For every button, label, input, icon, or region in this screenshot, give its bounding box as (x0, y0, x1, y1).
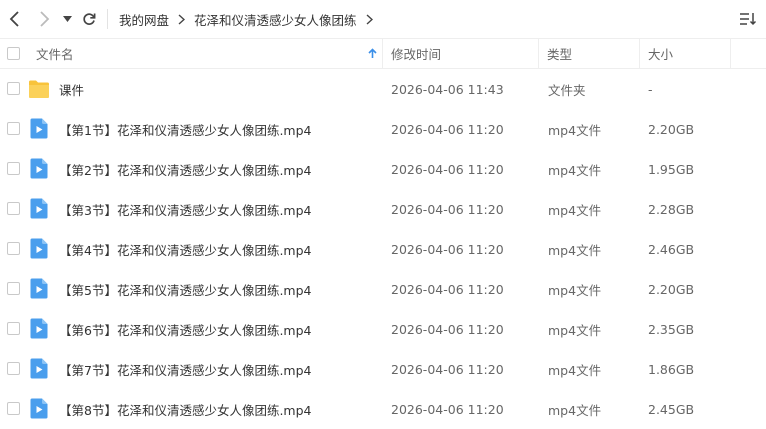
column-header-modified-label: 修改时间 (391, 47, 442, 62)
history-dropdown-button[interactable] (58, 7, 76, 31)
table-row[interactable]: 【第5节】花泽和仪清透感少女人像团练.mp4 2026-04-06 11:20 … (0, 269, 766, 309)
file-name[interactable]: 【第3节】花泽和仪清透感少女人像团练.mp4 (59, 189, 312, 229)
file-size: 1.86GB (648, 361, 695, 377)
file-modified: 2026-04-06 11:20 (391, 321, 504, 337)
row-checkbox[interactable] (7, 322, 20, 335)
sort-list-icon (740, 13, 757, 26)
toolbar-divider (107, 9, 108, 29)
file-type: mp4文件 (548, 122, 602, 138)
file-type: mp4文件 (548, 282, 602, 298)
row-checkbox[interactable] (7, 402, 20, 415)
back-button[interactable] (5, 7, 25, 31)
column-header-modified[interactable]: 修改时间 (391, 39, 441, 68)
table-row[interactable]: 【第6节】花泽和仪清透感少女人像团练.mp4 2026-04-06 11:20 … (0, 309, 766, 349)
file-name[interactable]: 【第7节】花泽和仪清透感少女人像团练.mp4 (59, 349, 312, 389)
column-header-name-label: 文件名 (36, 47, 74, 62)
file-modified: 2026-04-06 11:20 (391, 121, 504, 137)
file-name[interactable]: 【第5节】花泽和仪清透感少女人像团练.mp4 (59, 269, 312, 309)
table-row[interactable]: 【第3节】花泽和仪清透感少女人像团练.mp4 2026-04-06 11:20 … (0, 189, 766, 229)
table-row[interactable]: 【第7节】花泽和仪清透感少女人像团练.mp4 2026-04-06 11:20 … (0, 349, 766, 389)
file-modified: 2026-04-06 11:43 (391, 81, 504, 97)
file-name[interactable]: 【第8节】花泽和仪清透感少女人像团练.mp4 (59, 389, 312, 429)
column-header-size-label: 大小 (648, 47, 674, 62)
select-all-checkbox[interactable] (7, 47, 20, 60)
column-header-type-label: 类型 (547, 47, 573, 62)
column-divider[interactable] (538, 39, 539, 68)
video-file-icon (30, 318, 48, 339)
refresh-icon (83, 13, 96, 25)
column-divider[interactable] (639, 39, 640, 68)
row-checkbox[interactable] (7, 122, 20, 135)
table-row[interactable]: 【第8节】花泽和仪清透感少女人像团练.mp4 2026-04-06 11:20 … (0, 389, 766, 429)
file-modified: 2026-04-06 11:20 (391, 201, 504, 217)
chevron-right-icon (40, 11, 50, 27)
file-size: 2.46GB (648, 241, 695, 257)
sort-ascending-indicator[interactable] (368, 39, 377, 68)
row-checkbox[interactable] (7, 162, 20, 175)
table-row[interactable]: 【第4节】花泽和仪清透感少女人像团练.mp4 2026-04-06 11:20 … (0, 229, 766, 269)
file-name[interactable]: 课件 (59, 69, 84, 109)
breadcrumb-item-current[interactable]: 花泽和仪清透感少女人像团练 (194, 10, 357, 29)
file-name[interactable]: 【第1节】花泽和仪清透感少女人像团练.mp4 (59, 109, 312, 149)
video-file-icon (30, 158, 48, 179)
table-row[interactable]: 课件 2026-04-06 11:43 文件夹 - (0, 69, 766, 109)
breadcrumb: 我的网盘 花泽和仪清透感少女人像团练 (119, 0, 382, 38)
file-modified: 2026-04-06 11:20 (391, 401, 504, 417)
table-row[interactable]: 【第2节】花泽和仪清透感少女人像团练.mp4 2026-04-06 11:20 … (0, 149, 766, 189)
column-header-type[interactable]: 类型 (547, 39, 572, 68)
video-file-icon (30, 198, 48, 219)
video-file-icon (30, 278, 48, 299)
chevron-left-icon (9, 11, 19, 27)
up-arrow-icon (368, 48, 377, 58)
row-checkbox[interactable] (7, 242, 20, 255)
video-file-icon (30, 398, 48, 419)
file-modified: 2026-04-06 11:20 (391, 281, 504, 297)
table-header: 文件名 修改时间 类型 大小 (0, 38, 766, 69)
file-size: 2.35GB (648, 321, 695, 337)
dropdown-triangle-icon (62, 16, 72, 22)
file-size: 1.95GB (648, 161, 695, 177)
file-size: 2.20GB (648, 281, 695, 297)
file-type: mp4文件 (548, 162, 602, 178)
column-header-size[interactable]: 大小 (648, 39, 673, 68)
row-checkbox[interactable] (7, 202, 20, 215)
row-checkbox[interactable] (7, 362, 20, 375)
forward-button[interactable] (34, 7, 54, 31)
file-size: - (648, 81, 653, 97)
file-type: mp4文件 (548, 242, 602, 258)
file-size: 2.20GB (648, 121, 695, 137)
file-modified: 2026-04-06 11:20 (391, 161, 504, 177)
refresh-button[interactable] (79, 7, 99, 31)
column-divider[interactable] (382, 39, 383, 68)
column-header-name[interactable]: 文件名 (36, 39, 74, 68)
file-modified: 2026-04-06 11:20 (391, 241, 504, 257)
folder-icon (29, 80, 49, 98)
file-type: mp4文件 (548, 202, 602, 218)
breadcrumb-item-root[interactable]: 我的网盘 (119, 10, 169, 29)
chevron-right-icon (178, 13, 186, 25)
chevron-right-icon[interactable] (366, 13, 373, 25)
file-name[interactable]: 【第4节】花泽和仪清透感少女人像团练.mp4 (59, 229, 312, 269)
file-size: 2.28GB (648, 201, 695, 217)
file-type: mp4文件 (548, 362, 602, 378)
video-file-icon (30, 238, 48, 259)
file-name[interactable]: 【第2节】花泽和仪清透感少女人像团练.mp4 (59, 149, 312, 189)
file-type: mp4文件 (548, 322, 602, 338)
file-name[interactable]: 【第6节】花泽和仪清透感少女人像团练.mp4 (59, 309, 312, 349)
toolbar: 我的网盘 花泽和仪清透感少女人像团练 (0, 0, 766, 38)
file-modified: 2026-04-06 11:20 (391, 361, 504, 377)
row-checkbox[interactable] (7, 82, 20, 95)
file-type: 文件夹 (548, 82, 586, 98)
row-checkbox[interactable] (7, 282, 20, 295)
file-size: 2.45GB (648, 401, 695, 417)
sort-list-button[interactable] (738, 10, 758, 28)
column-divider[interactable] (730, 39, 731, 68)
file-type: mp4文件 (548, 402, 602, 418)
table-row[interactable]: 【第1节】花泽和仪清透感少女人像团练.mp4 2026-04-06 11:20 … (0, 109, 766, 149)
video-file-icon (30, 358, 48, 379)
video-file-icon (30, 118, 48, 139)
